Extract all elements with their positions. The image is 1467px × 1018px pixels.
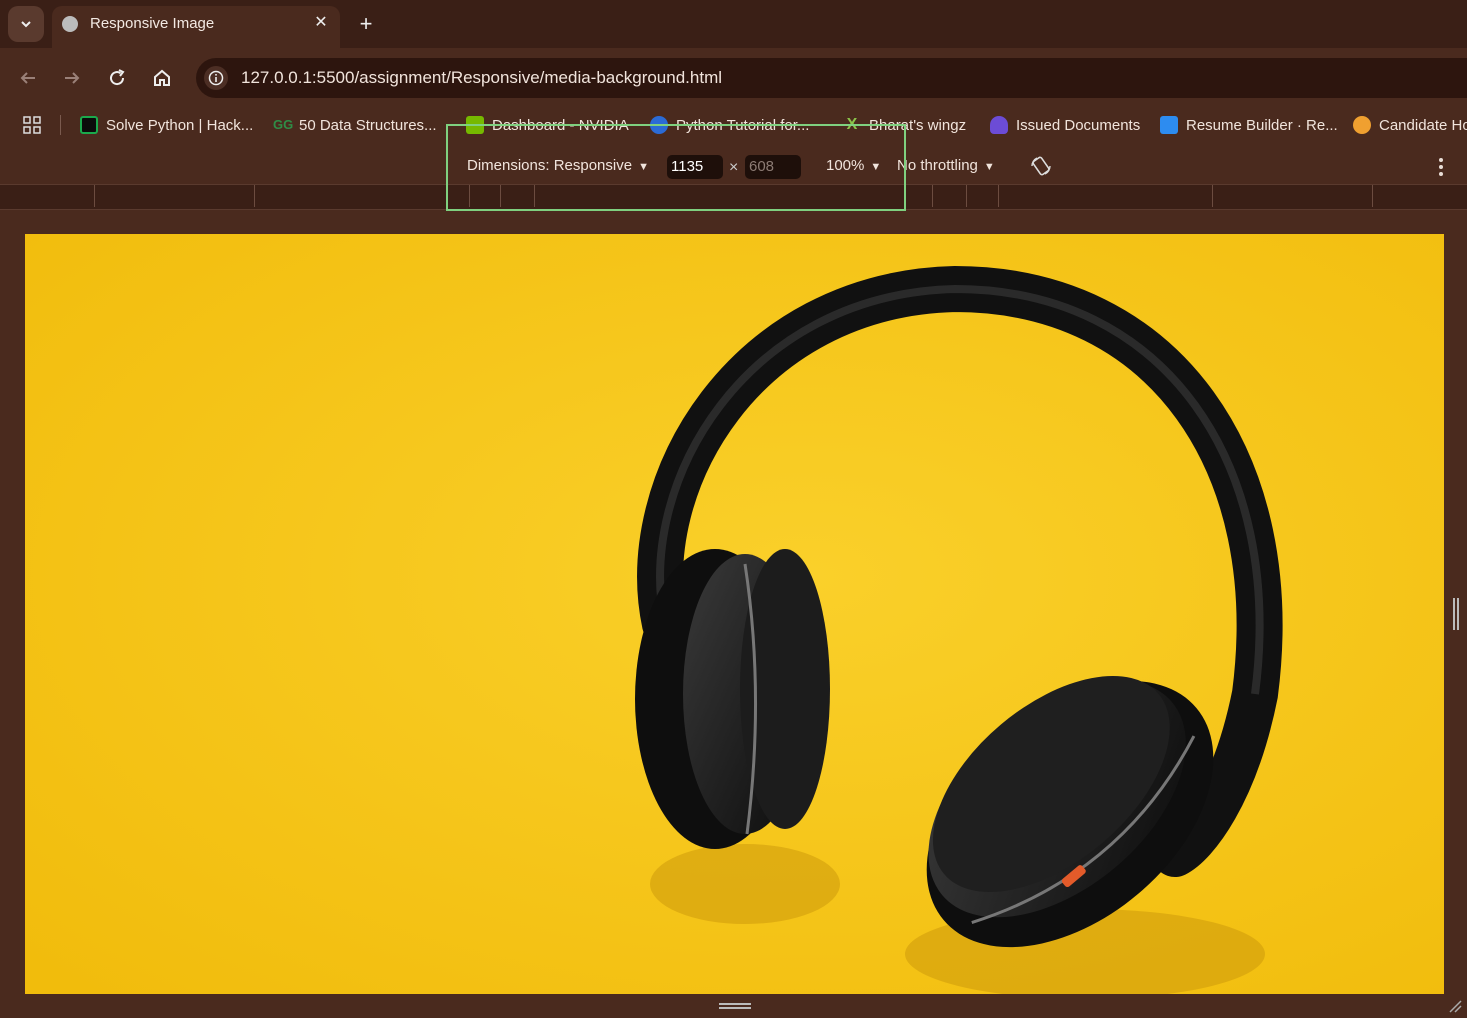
dot [1439,172,1443,176]
bookmarks-divider [60,115,61,135]
bookmark-label: Solve Python | Hack... [106,116,254,134]
ruler-tick [998,185,999,207]
candidate-icon [1353,116,1371,134]
digilocker-icon [990,116,1008,134]
arrow-right-icon [65,72,80,84]
url-text[interactable]: 127.0.0.1:5500/assignment/Responsive/med… [241,68,722,88]
bookmark-label: Candidate Ho [1379,116,1467,134]
reload-icon [110,69,125,86]
forward-button[interactable] [58,64,86,92]
new-tab-button[interactable]: + [354,12,378,36]
resize-handle-bottom[interactable] [719,1003,751,1009]
bookmark-item[interactable]: Solve Python | Hack... [80,114,253,136]
headphones-image [25,234,1444,994]
home-icon [154,69,170,86]
home-button[interactable] [148,64,176,92]
hackerrank-icon [80,116,98,134]
bookmark-label: Resume Builder · Re... [1186,116,1338,134]
rotate-button[interactable] [1029,154,1053,178]
info-icon [208,70,224,86]
back-button[interactable] [14,64,42,92]
bookmark-label: 50 Data Structures... [299,116,437,134]
more-options-button[interactable] [1432,155,1450,179]
rotate-icon [1031,156,1051,176]
ruler-tick [932,185,933,207]
ruler-tick [254,185,255,207]
bookmark-item[interactable]: Issued Documents [990,114,1140,136]
tab-search-button[interactable] [8,6,44,42]
resize-handle-corner[interactable] [1448,999,1462,1013]
geeksforgeeks-icon: GG [273,117,294,132]
dot [1439,165,1443,169]
resize-handle-right[interactable] [1453,598,1459,630]
selection-highlight [446,124,906,211]
resume-icon [1160,116,1178,134]
ruler-tick [966,185,967,207]
dot [1439,158,1443,162]
caret-down-icon: ▼ [983,161,995,173]
arrow-left-icon [20,72,35,84]
bookmark-label: Issued Documents [1016,116,1141,134]
tab-title: Responsive Image [90,15,215,32]
reload-button[interactable] [103,64,131,92]
page-viewport [25,234,1444,994]
bookmark-item[interactable]: Candidate Ho [1353,114,1467,136]
apps-grid-icon[interactable] [22,115,42,135]
throttling-label: No throttling [897,157,978,174]
ruler-tick [94,185,95,207]
globe-icon [62,16,78,32]
ruler-tick [1372,185,1373,207]
chevron-down-icon [21,21,31,28]
bookmark-item[interactable]: GG 50 Data Structures... [273,114,437,136]
ruler-tick [1212,185,1213,207]
close-icon[interactable]: ✕ [311,13,331,33]
throttling-dropdown[interactable]: No throttling ▼ [897,157,995,174]
bookmark-item[interactable]: Resume Builder · Re... [1160,114,1338,136]
site-info-button[interactable] [204,66,228,90]
